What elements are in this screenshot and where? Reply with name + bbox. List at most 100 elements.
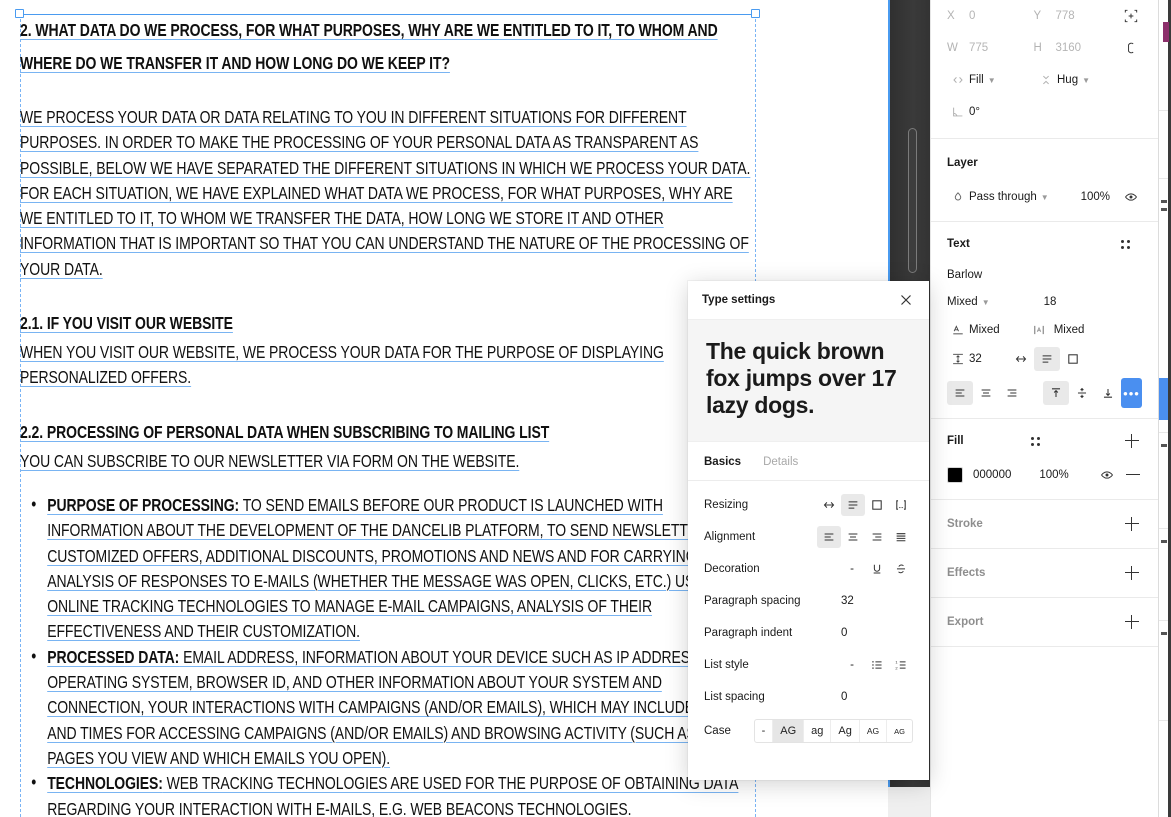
truncate-text-icon[interactable] <box>889 494 913 516</box>
resizing-row: Fill ▼ Hug ▼ <box>947 64 1142 96</box>
text-more-options-button[interactable]: ••• <box>1121 378 1142 408</box>
chevron-down-icon[interactable]: ▼ <box>1041 193 1049 202</box>
decoration-row: Decoration - <box>704 553 913 585</box>
y-field[interactable]: Y 778 <box>1034 10 1121 22</box>
letter-spacing-icon <box>947 319 969 341</box>
letter-spacing-value[interactable]: Mixed <box>969 324 1000 336</box>
case-smallcaps-forced-option[interactable]: AG <box>887 720 912 742</box>
layer-section-header: Layer <box>947 145 1142 181</box>
case-row: Case - AG ag Ag AG AG <box>704 713 913 749</box>
add-export-button[interactable] <box>1122 612 1142 632</box>
remove-fill-button[interactable] <box>1124 466 1142 484</box>
fixed-size-icon[interactable] <box>865 494 889 516</box>
doc-paragraph-intro: WE PROCESS YOUR DATA OR DATA RELATING TO… <box>20 107 751 279</box>
auto-height-icon[interactable] <box>841 494 865 516</box>
align-right-icon[interactable] <box>999 381 1025 405</box>
selected-text-frame[interactable]: 2. WHAT DATA DO WE PROCESS, FOR WHAT PUR… <box>15 9 760 817</box>
strikethrough-icon[interactable] <box>889 558 913 580</box>
chevron-down-icon[interactable]: ▼ <box>988 76 996 85</box>
align-to-pixel-grid-icon[interactable] <box>1120 5 1142 27</box>
auto-width-icon[interactable] <box>817 494 841 516</box>
tab-details[interactable]: Details <box>763 456 798 468</box>
fill-title: Fill <box>947 435 964 447</box>
constrain-proportions-icon[interactable] <box>1120 37 1142 59</box>
font-weight-value[interactable]: Mixed <box>947 296 978 308</box>
list-style-none-option[interactable]: - <box>839 654 865 676</box>
paragraph-spacing-value[interactable]: 32 <box>841 595 913 607</box>
tab-basics[interactable]: Basics <box>704 456 741 468</box>
fill-color-row: 000000 100% <box>947 459 1142 491</box>
list-item: TECHNOLOGIES: WEB TRACKING TECHNOLOGIES … <box>20 770 756 817</box>
list-item: PURPOSE OF PROCESSING: TO SEND EMAILS BE… <box>20 492 756 645</box>
case-smallcaps-option[interactable]: AG <box>860 720 888 742</box>
case-titlecase-option[interactable]: Ag <box>831 720 860 742</box>
fill-hex-value[interactable]: 000000 <box>973 469 1011 481</box>
align-middle-icon[interactable] <box>1069 381 1095 405</box>
align-left-icon[interactable] <box>817 526 841 548</box>
auto-height-icon[interactable] <box>1033 347 1060 371</box>
layer-opacity-value[interactable]: 100% <box>1081 191 1110 203</box>
rotation-icon <box>947 101 969 123</box>
stroke-section: Stroke <box>931 500 1158 548</box>
numbered-list-icon[interactable]: 1 2 <box>889 654 913 676</box>
fill-color-swatch[interactable] <box>947 467 963 483</box>
underline-icon[interactable] <box>865 558 889 580</box>
type-settings-icon[interactable] <box>1121 239 1130 249</box>
type-preview-area: The quick brown fox jumps over 17 lazy d… <box>688 319 929 442</box>
canvas-scrollbar[interactable] <box>908 128 917 273</box>
height-field[interactable]: H 3160 <box>1034 42 1121 54</box>
alignment-options <box>817 526 913 548</box>
chevron-down-icon[interactable]: ▼ <box>1082 76 1090 85</box>
blend-mode-value[interactable]: Pass through <box>969 191 1037 203</box>
rotation-field[interactable]: 0° <box>947 101 1035 123</box>
align-justify-icon[interactable] <box>889 526 913 548</box>
paragraph-spacing-value[interactable]: Mixed <box>1054 324 1085 336</box>
case-none-option[interactable]: - <box>755 720 774 742</box>
decoration-none-option[interactable]: - <box>839 558 865 580</box>
eye-icon[interactable] <box>1120 186 1142 208</box>
document-text-content: 2. WHAT DATA DO WE PROCESS, FOR WHAT PUR… <box>20 14 756 817</box>
text-section: Text Barlow Mixed ▼ 18 Mixed Mixed 32 ••… <box>931 222 1158 412</box>
font-family-row[interactable]: Barlow <box>947 262 1142 288</box>
paragraph-indent-value[interactable]: 0 <box>841 627 913 639</box>
case-lowercase-option[interactable]: ag <box>804 720 832 742</box>
position-xy-row: X 0 Y 778 <box>947 0 1142 32</box>
spacing-row: Mixed Mixed <box>947 316 1142 344</box>
styles-icon[interactable] <box>1031 436 1041 446</box>
align-center-icon[interactable] <box>973 381 999 405</box>
x-field[interactable]: X 0 <box>947 10 1034 22</box>
auto-width-icon[interactable] <box>1008 347 1034 371</box>
align-top-icon[interactable] <box>1043 381 1069 405</box>
adjacent-panel-sliver <box>1158 0 1171 817</box>
list-item: PROCESSED DATA: EMAIL ADDRESS, INFORMATI… <box>20 644 756 771</box>
bulleted-list-icon[interactable] <box>865 654 889 676</box>
fixed-size-icon[interactable] <box>1060 347 1086 371</box>
eye-icon[interactable] <box>1096 464 1118 486</box>
fill-opacity-value[interactable]: 100% <box>1039 469 1068 481</box>
alignment-row: ••• <box>947 374 1142 412</box>
font-size-value[interactable]: 18 <box>1044 296 1057 308</box>
align-bottom-icon[interactable] <box>1095 381 1121 405</box>
canvas-bottom-fill <box>888 787 930 817</box>
close-icon[interactable] <box>897 291 915 309</box>
vertical-resizing-field[interactable]: Hug ▼ <box>1035 69 1123 91</box>
chevron-down-icon[interactable]: ▼ <box>982 298 990 307</box>
case-uppercase-option[interactable]: AG <box>773 720 805 742</box>
line-height-value[interactable]: 32 <box>969 353 982 365</box>
add-stroke-button[interactable] <box>1122 514 1142 534</box>
doc-heading-2: 2. WHAT DATA DO WE PROCESS, FOR WHAT PUR… <box>20 20 718 73</box>
blend-mode-row: Pass through ▼ 100% <box>947 181 1142 213</box>
horizontal-resizing-field[interactable]: Fill ▼ <box>947 69 1035 91</box>
vertical-resizing-icon <box>1035 69 1057 91</box>
paragraph-spacing-label: Paragraph spacing <box>704 595 801 607</box>
align-right-icon[interactable] <box>865 526 889 548</box>
add-fill-button[interactable] <box>1122 431 1142 451</box>
align-center-icon[interactable] <box>841 526 865 548</box>
width-field[interactable]: W 775 <box>947 42 1034 54</box>
list-spacing-value[interactable]: 0 <box>841 691 913 703</box>
add-effect-button[interactable] <box>1122 563 1142 583</box>
export-section-header: Export <box>947 598 1142 646</box>
align-left-icon[interactable] <box>947 381 973 405</box>
doc-heading-2-2: 2.2. PROCESSING OF PERSONAL DATA WHEN SU… <box>20 421 550 442</box>
resizing-row: Resizing <box>704 489 913 521</box>
